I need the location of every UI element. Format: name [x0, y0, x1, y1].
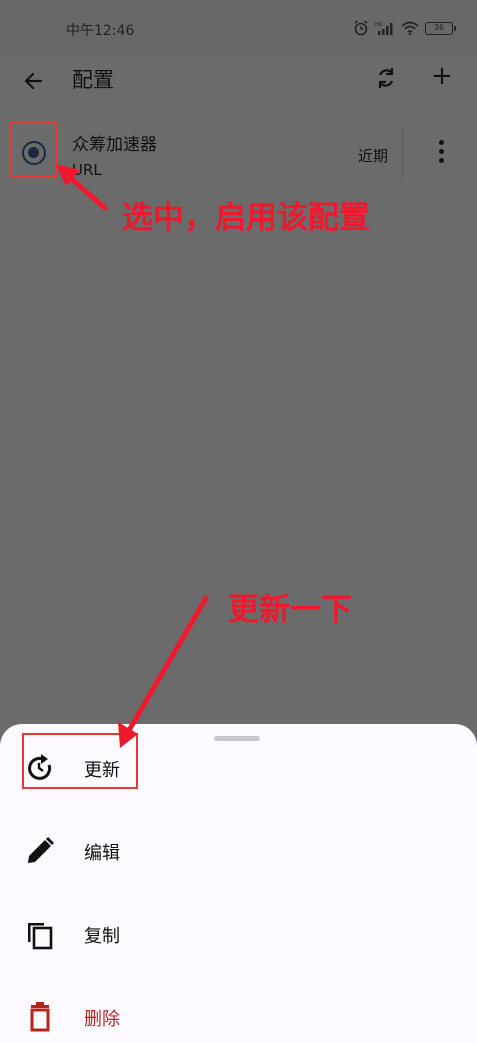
annotation-arrows — [56, 164, 209, 748]
